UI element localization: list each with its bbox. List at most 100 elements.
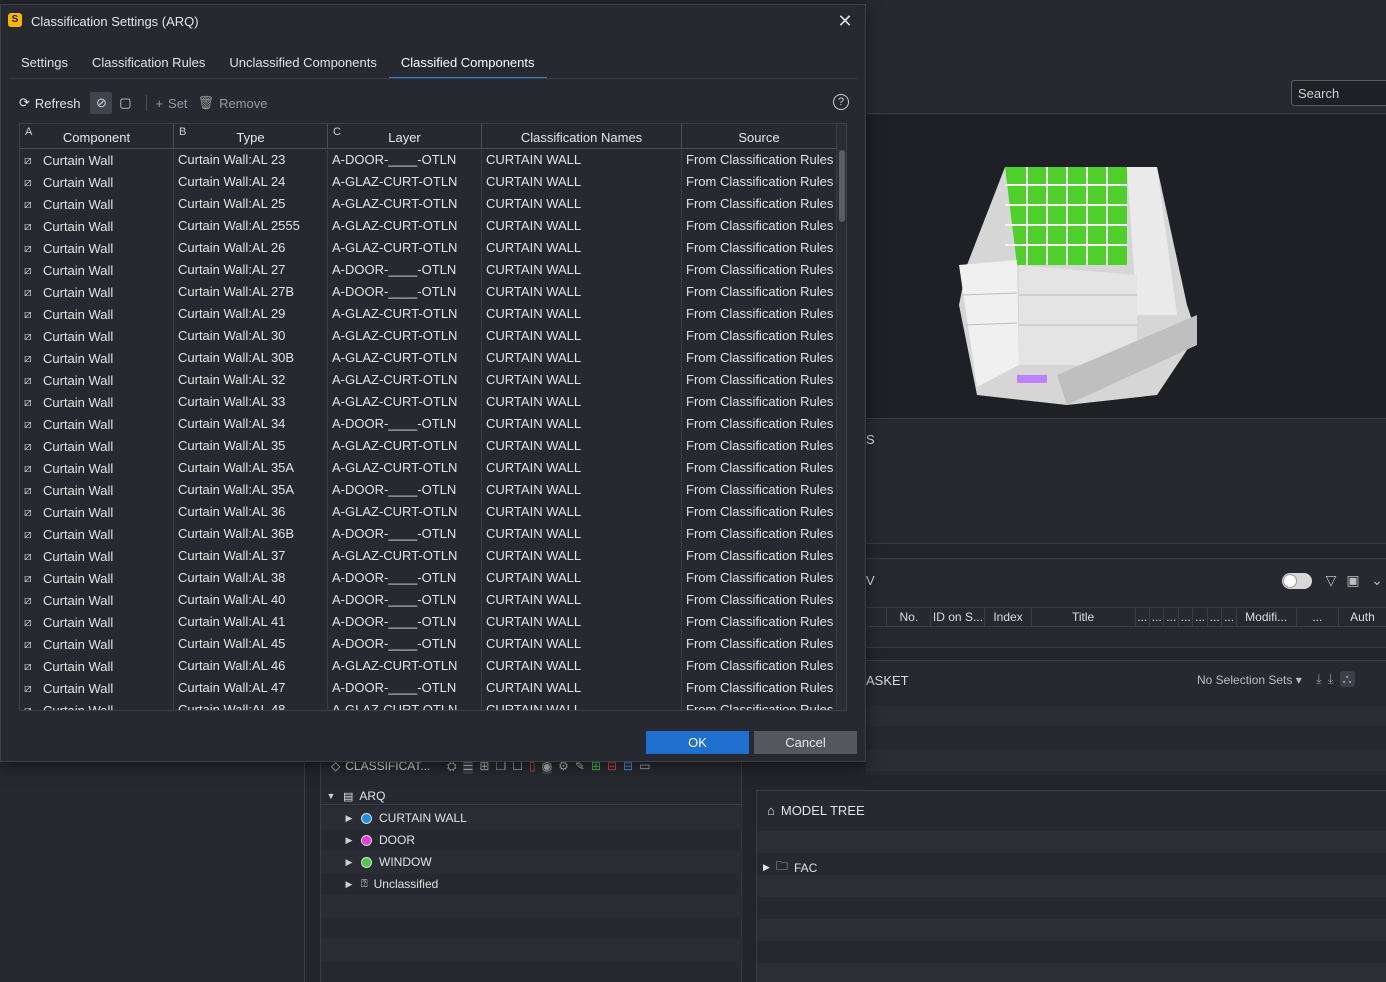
col-layer-cell[interactable]: A-DOOR-____-OTLN: [328, 413, 482, 435]
table-row[interactable]: ⧄ Curtain Wall Curtain Wall:AL 34 A-DOOR-__…: [20, 413, 836, 435]
col-layer-cell[interactable]: A-DOOR-____-OTLN: [328, 523, 482, 545]
table-row[interactable]: ⧄ Curtain Wall Curtain Wall:AL 47 A-DOOR-__…: [20, 677, 836, 699]
col-type-cell[interactable]: Curtain Wall:AL 30: [174, 325, 328, 347]
col-classification-names-cell[interactable]: CURTAIN WALL: [482, 215, 682, 237]
table-row[interactable]: ⧄ Curtain Wall Curtain Wall:AL 45 A-DOOR-__…: [20, 633, 836, 655]
col-classification-names-cell[interactable]: CURTAIN WALL: [482, 611, 682, 633]
col-type-cell[interactable]: Curtain Wall:AL 27: [174, 259, 328, 281]
col-component-cell[interactable]: ⧄ Curtain Wall: [20, 237, 174, 259]
tab-classified-components[interactable]: Classified Components: [388, 49, 547, 79]
refresh-button[interactable]: ⟳ Refresh: [19, 95, 80, 111]
image-icon[interactable]: ▣: [1344, 571, 1362, 589]
tree-item-window[interactable]: ▶ WINDOW: [321, 851, 743, 873]
download-icon[interactable]: ⤓: [1316, 671, 1322, 687]
col-type-cell[interactable]: Curtain Wall:AL 47: [174, 677, 328, 699]
col-source-cell[interactable]: From Classification Rules: [682, 501, 836, 523]
col-classification-names-cell[interactable]: CURTAIN WALL: [482, 369, 682, 391]
tab-unclassified-components[interactable]: Unclassified Components: [217, 49, 388, 79]
col-classification-names-cell[interactable]: CURTAIN WALL: [482, 501, 682, 523]
table-row[interactable]: ⧄ Curtain Wall Curtain Wall:AL 30 A-GLAZ-CU…: [20, 325, 836, 347]
col-source-cell[interactable]: From Classification Rules: [682, 655, 836, 677]
table-row[interactable]: ⧄ Curtain Wall Curtain Wall:AL 27B A-DOOR-_…: [20, 281, 836, 303]
col-layer-cell[interactable]: A-GLAZ-CURT-OTLN: [328, 699, 482, 710]
col-layer-cell[interactable]: A-GLAZ-CURT-OTLN: [328, 325, 482, 347]
col-source-cell[interactable]: From Classification Rules: [682, 259, 836, 281]
col-source-cell[interactable]: From Classification Rules: [682, 457, 836, 479]
col-component-cell[interactable]: ⧄ Curtain Wall: [20, 655, 174, 677]
col-type-cell[interactable]: Curtain Wall:AL 45: [174, 633, 328, 655]
col-source-cell[interactable]: From Classification Rules: [682, 281, 836, 303]
tree-item-curtain-wall[interactable]: ▶ CURTAIN WALL: [321, 807, 743, 829]
collapse-arrow-icon[interactable]: ▼: [325, 791, 337, 801]
col-type-cell[interactable]: Curtain Wall:AL 30B: [174, 347, 328, 369]
col-type-cell[interactable]: Curtain Wall:AL 27B: [174, 281, 328, 303]
col-source-cell[interactable]: From Classification Rules: [682, 149, 836, 171]
col-type-cell[interactable]: Curtain Wall:AL 2555: [174, 215, 328, 237]
col-component-cell[interactable]: ⧄ Curtain Wall: [20, 479, 174, 501]
col-component-cell[interactable]: ⧄ Curtain Wall: [20, 391, 174, 413]
col-source-cell[interactable]: From Classification Rules: [682, 303, 836, 325]
table-row[interactable]: ⧄ Curtain Wall Curtain Wall:AL 2555 A-GLAZ-…: [20, 215, 836, 237]
selection-sets-dropdown[interactable]: No Selection Sets ▾: [1197, 673, 1302, 687]
col-type-cell[interactable]: Curtain Wall:AL 41: [174, 611, 328, 633]
table-row[interactable]: ⧄ Curtain Wall Curtain Wall:AL 26 A-GLAZ-CU…: [20, 237, 836, 259]
col-type-cell[interactable]: Curtain Wall:AL 40: [174, 589, 328, 611]
table-row[interactable]: ⧄ Curtain Wall Curtain Wall:AL 40 A-DOOR-__…: [20, 589, 836, 611]
col-classification-names-cell[interactable]: CURTAIN WALL: [482, 347, 682, 369]
col-classification-names-cell[interactable]: CURTAIN WALL: [482, 567, 682, 589]
expand-arrow-icon[interactable]: ▶: [343, 879, 355, 890]
col-type-cell[interactable]: Curtain Wall:AL 37: [174, 545, 328, 567]
col-classification-names-cell[interactable]: CURTAIN WALL: [482, 237, 682, 259]
col-source-cell[interactable]: From Classification Rules: [682, 391, 836, 413]
col-layer-cell[interactable]: A-GLAZ-CURT-OTLN: [328, 435, 482, 457]
tree-select-icon[interactable]: ⛬: [1339, 671, 1355, 687]
col-type-cell[interactable]: Curtain Wall:AL 38: [174, 567, 328, 589]
col-component-cell[interactable]: ⧄ Curtain Wall: [20, 259, 174, 281]
col-type-header[interactable]: B Type: [174, 124, 328, 148]
col-layer-cell[interactable]: A-GLAZ-CURT-OTLN: [328, 347, 482, 369]
remove-button[interactable]: 🗑 Remove: [198, 95, 268, 111]
col-classification-names-cell[interactable]: CURTAIN WALL: [482, 457, 682, 479]
col-classification-names-cell[interactable]: CURTAIN WALL: [482, 171, 682, 193]
col-source-cell[interactable]: From Classification Rules: [682, 479, 836, 501]
col-ellipsis[interactable]: ...: [1208, 608, 1223, 626]
col-classification-names-cell[interactable]: CURTAIN WALL: [482, 325, 682, 347]
chevron-down-icon[interactable]: ⌄: [1368, 571, 1386, 589]
col-layer-cell[interactable]: A-DOOR-____-OTLN: [328, 149, 482, 171]
col-ellipsis[interactable]: ...: [1222, 608, 1237, 626]
col-ellipsis[interactable]: ...: [1164, 608, 1179, 626]
dialog-titlebar[interactable]: S Classification Settings (ARQ) ✕: [1, 5, 867, 37]
table-row[interactable]: ⧄ Curtain Wall Curtain Wall:AL 29 A-GLAZ-CU…: [20, 303, 836, 325]
col-source-header[interactable]: Source: [682, 124, 836, 148]
col-layer-cell[interactable]: A-DOOR-____-OTLN: [328, 479, 482, 501]
col-classification-names-cell[interactable]: CURTAIN WALL: [482, 655, 682, 677]
col-classification-names-cell[interactable]: CURTAIN WALL: [482, 633, 682, 655]
col-component-cell[interactable]: ⧄ Curtain Wall: [20, 303, 174, 325]
col-source-cell[interactable]: From Classification Rules: [682, 215, 836, 237]
col-classification-names-cell[interactable]: CURTAIN WALL: [482, 677, 682, 699]
col-component-cell[interactable]: ⧄ Curtain Wall: [20, 589, 174, 611]
col-type-cell[interactable]: Curtain Wall:AL 46: [174, 655, 328, 677]
col-source-cell[interactable]: From Classification Rules: [682, 369, 836, 391]
scrollbar-thumb[interactable]: [839, 150, 845, 222]
col-component-cell[interactable]: ⧄ Curtain Wall: [20, 413, 174, 435]
col-source-cell[interactable]: From Classification Rules: [682, 413, 836, 435]
views-toggle[interactable]: [1282, 573, 1312, 589]
col-type-cell[interactable]: Curtain Wall:AL 25: [174, 193, 328, 215]
col-source-cell[interactable]: From Classification Rules: [682, 611, 836, 633]
col-source-cell[interactable]: From Classification Rules: [682, 171, 836, 193]
table-row[interactable]: ⧄ Curtain Wall Curtain Wall:AL 25 A-GLAZ-CU…: [20, 193, 836, 215]
col-layer-cell[interactable]: A-GLAZ-CURT-OTLN: [328, 193, 482, 215]
ok-button[interactable]: OK: [646, 731, 749, 754]
col-index[interactable]: Index: [985, 608, 1032, 626]
col-layer-cell[interactable]: A-DOOR-____-OTLN: [328, 259, 482, 281]
expand-arrow-icon[interactable]: ▶: [343, 813, 355, 824]
table-row[interactable]: ⧄ Curtain Wall Curtain Wall:AL 23 A-DOOR-__…: [20, 149, 836, 171]
table-row[interactable]: ⧄ Curtain Wall Curtain Wall:AL 24 A-GLAZ-CU…: [20, 171, 836, 193]
col-classification-names-cell[interactable]: CURTAIN WALL: [482, 479, 682, 501]
col-title[interactable]: Title: [1032, 608, 1136, 626]
table-row[interactable]: ⧄ Curtain Wall Curtain Wall:AL 33 A-GLAZ-CU…: [20, 391, 836, 413]
col-source-cell[interactable]: From Classification Rules: [682, 567, 836, 589]
col-classification-names-cell[interactable]: CURTAIN WALL: [482, 545, 682, 567]
table-row[interactable]: ⧄ Curtain Wall Curtain Wall:AL 41 A-DOOR-__…: [20, 611, 836, 633]
